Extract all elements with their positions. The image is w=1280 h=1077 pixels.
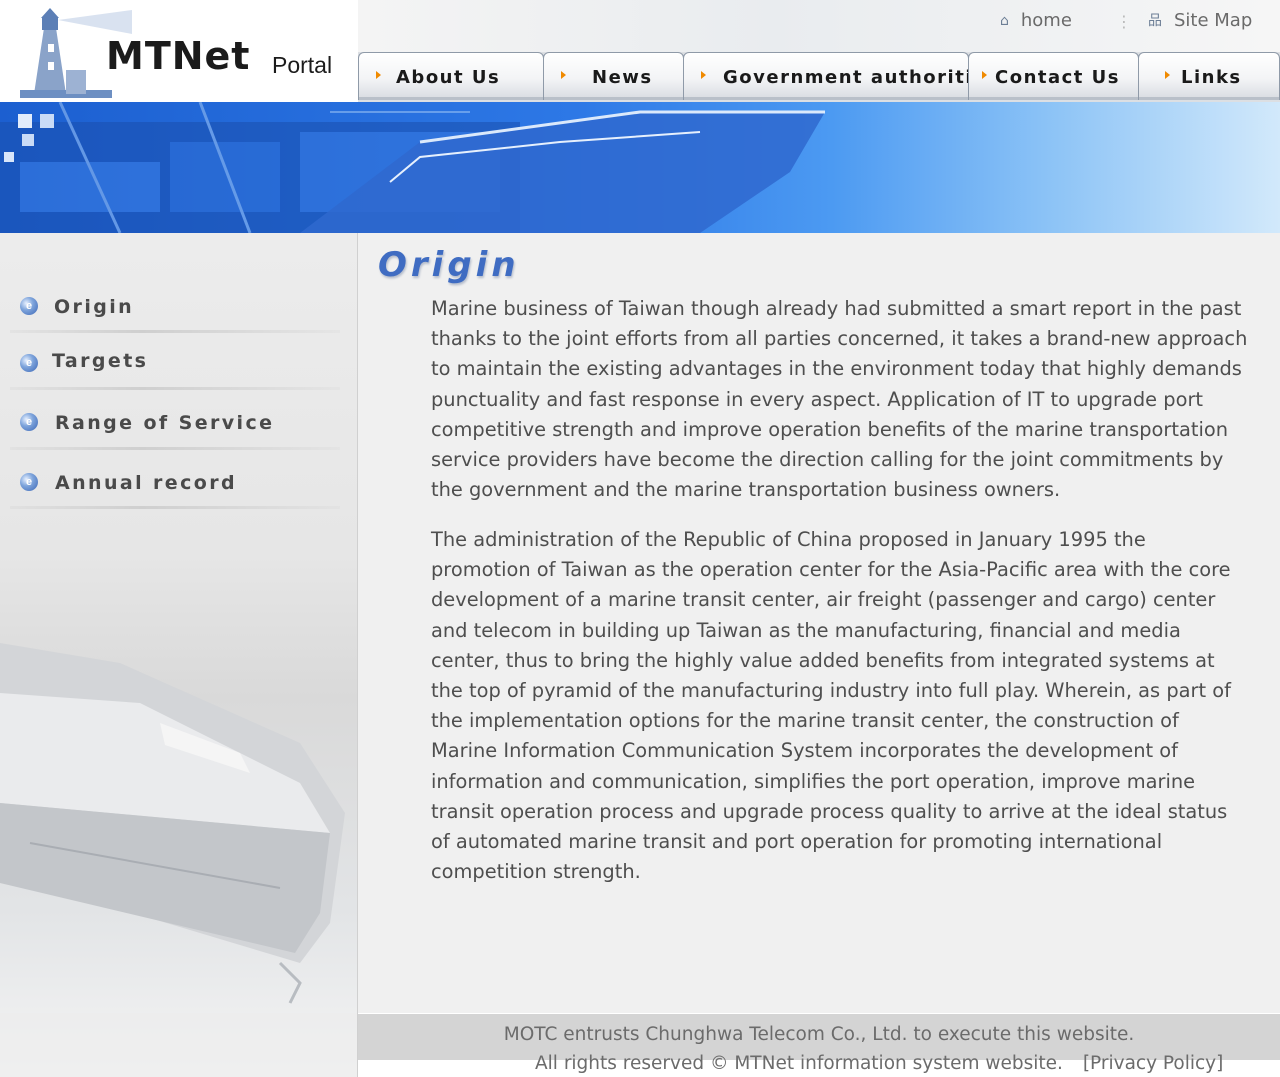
sidebar-item-origin[interactable]: e Origin — [20, 296, 340, 340]
sidebar-divider — [10, 447, 340, 450]
page-title: Origin — [378, 245, 520, 285]
globe-icon: e — [20, 297, 38, 315]
home-icon: ⌂ — [1000, 13, 1009, 29]
port-ship-banner-image — [0, 102, 825, 233]
sidebar-divider — [10, 330, 340, 333]
home-link[interactable]: ⌂ home — [1000, 10, 1072, 31]
footer-credit: MOTC entrusts Chunghwa Telecom Co., Ltd.… — [503, 1024, 1135, 1045]
header-banner — [0, 102, 1280, 233]
footer-copyright-row: All rights reserved © MTNet information … — [535, 1053, 1223, 1074]
sitemap-icon: 品 — [1148, 13, 1162, 29]
arrow-right-icon — [701, 71, 706, 79]
sidebar-item-label: Annual record — [55, 472, 237, 494]
sitemap-link-label: Site Map — [1174, 10, 1253, 31]
site-logo[interactable]: MTNet Portal — [0, 0, 358, 102]
arrow-right-icon — [561, 71, 566, 79]
nav-tab-about-us[interactable]: About Us — [358, 52, 544, 100]
nav-tab-label: About Us — [396, 67, 501, 88]
arrow-right-icon — [376, 71, 381, 79]
sidebar-item-annual-record[interactable]: e Annual record — [20, 472, 340, 516]
nav-tab-label: Links — [1181, 67, 1242, 88]
nav-tab-label: Government authorities — [723, 67, 999, 88]
nav-tab-label: Contact Us — [995, 67, 1121, 88]
globe-icon: e — [20, 413, 38, 431]
sidebar: e Origin e Targets e Range of Service e … — [0, 233, 358, 1077]
logo-subtitle: Portal — [272, 52, 333, 78]
nav-tab-news[interactable]: News — [543, 52, 684, 100]
nav-tab-label: News — [592, 67, 653, 88]
globe-icon: e — [20, 354, 38, 372]
home-link-label: home — [1020, 10, 1072, 31]
content-paragraph: Marine business of Taiwan though already… — [431, 297, 1248, 502]
main-nav: About Us News Government authorities Con… — [358, 52, 1280, 102]
globe-icon: e — [20, 473, 38, 491]
arrow-right-icon — [1165, 71, 1170, 79]
utility-divider: ⋮ — [1116, 14, 1132, 31]
sidebar-divider — [10, 506, 340, 509]
sidebar-item-label: Range of Service — [55, 412, 275, 434]
nav-tab-contact-us[interactable]: Contact Us — [968, 52, 1139, 100]
nav-tab-links[interactable]: Links — [1138, 52, 1280, 100]
sidebar-divider — [10, 387, 340, 390]
privacy-policy-link[interactable]: [Privacy Policy] — [1083, 1053, 1224, 1074]
footer-copyright: All rights reserved © MTNet information … — [535, 1053, 1063, 1074]
main-content: Origin Marine business of Taiwan though … — [358, 233, 1280, 1013]
utility-bar — [358, 0, 1280, 52]
sitemap-link[interactable]: 品 Site Map — [1148, 10, 1252, 31]
nav-tab-government-authorities[interactable]: Government authorities — [683, 52, 997, 100]
arrow-right-icon — [982, 71, 987, 79]
logo-title: MTNet — [106, 34, 251, 78]
sidebar-item-label: Targets — [52, 350, 149, 372]
sidebar-item-label: Origin — [54, 296, 135, 318]
ship-image — [0, 643, 357, 1077]
content-paragraph: The administration of the Republic of Ch… — [431, 528, 1231, 884]
